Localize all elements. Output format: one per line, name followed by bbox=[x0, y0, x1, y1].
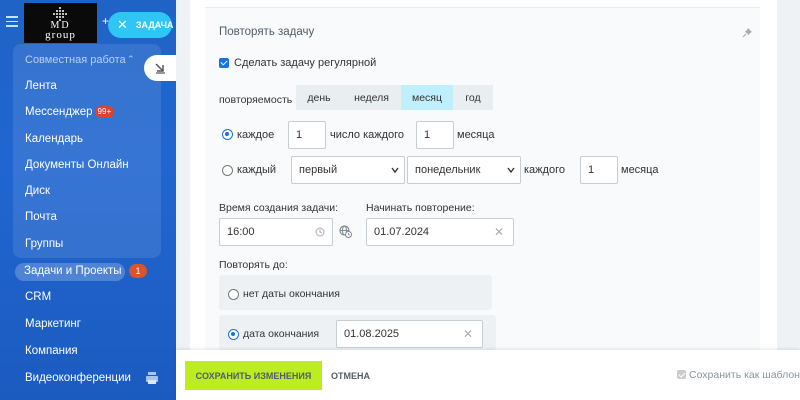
task-button-label: ЗАДАЧА bbox=[135, 20, 174, 30]
radio-every-weekday[interactable] bbox=[222, 165, 233, 176]
menu-icon[interactable] bbox=[6, 16, 18, 27]
sidebar-item-messenger[interactable]: Мессенджер 99+ bbox=[25, 106, 115, 118]
repeat-until-label: Повторять до: bbox=[219, 259, 288, 271]
save-as-template-label[interactable]: Сохранить как шаблон bbox=[689, 369, 800, 381]
every-day-label: каждое bbox=[237, 129, 275, 141]
sidebar-item-label: Компания bbox=[25, 345, 78, 357]
sidebar-item-label: Видеоконференции bbox=[25, 372, 131, 384]
create-time-input[interactable]: 16:00 bbox=[219, 218, 333, 246]
no-end-date-label: нет даты окончания bbox=[243, 288, 340, 300]
weekday-select-value: понедельник bbox=[415, 164, 481, 176]
make-regular-checkbox[interactable] bbox=[219, 58, 229, 68]
tasks-badge: 1 bbox=[129, 264, 147, 278]
clear-icon[interactable]: ✕ bbox=[463, 327, 473, 341]
sidebar-item-label: Группы bbox=[25, 238, 64, 250]
make-regular-label[interactable]: Сделать задачу регулярной bbox=[234, 57, 376, 69]
logo-text-group: group bbox=[45, 29, 76, 41]
months-label-1: месяца bbox=[457, 129, 495, 141]
sidebar-item-label: Документы Онлайн bbox=[25, 159, 129, 171]
sidebar-item-label: CRM bbox=[25, 291, 52, 303]
day-number-input[interactable]: 1 bbox=[288, 121, 326, 149]
task-panel-button[interactable]: ✕ ЗАДАЧА bbox=[108, 12, 174, 38]
sidebar-item-disk[interactable]: Диск bbox=[25, 185, 50, 197]
sidebar-item-crm[interactable]: CRM bbox=[25, 291, 51, 303]
end-date-input[interactable]: 01.08.2025 ✕ bbox=[336, 320, 483, 348]
frequency-option-day[interactable]: день bbox=[296, 85, 342, 110]
weekday-select[interactable]: понедельник bbox=[407, 156, 521, 184]
radio-end-date[interactable] bbox=[228, 329, 239, 340]
sidebar-group-box bbox=[13, 44, 161, 258]
create-time-value: 16:00 bbox=[227, 226, 255, 238]
ordinal-select-value: первый bbox=[299, 164, 338, 176]
chevron-down-icon bbox=[391, 167, 399, 174]
collapse-button[interactable] bbox=[144, 55, 176, 81]
month-interval-input-2[interactable]: 1 bbox=[580, 156, 618, 184]
sidebar-item-documents[interactable]: Документы Онлайн bbox=[25, 159, 129, 171]
radio-no-end-date[interactable] bbox=[228, 289, 239, 300]
save-as-template-checkbox[interactable] bbox=[677, 370, 686, 379]
company-logo[interactable]: MD group bbox=[24, 3, 97, 43]
frequency-label: повторяемость bbox=[219, 94, 293, 106]
sidebar-item-label: Маркетинг bbox=[25, 318, 81, 330]
start-date-value: 01.07.2024 bbox=[374, 226, 430, 238]
sidebar-item-company[interactable]: Компания bbox=[25, 345, 78, 357]
end-date-value: 01.08.2025 bbox=[344, 328, 400, 340]
printer-icon[interactable] bbox=[145, 371, 159, 385]
sidebar-item-label: Диск bbox=[25, 185, 50, 197]
sidebar-item-groups[interactable]: Группы bbox=[25, 238, 63, 250]
frequency-option-year[interactable]: год bbox=[453, 85, 493, 110]
save-changes-button[interactable]: СОХРАНИТЬ ИЗМЕНЕНИЯ bbox=[185, 361, 322, 390]
months-label-2: месяца bbox=[621, 164, 659, 176]
every-weekday-label: каждый bbox=[237, 164, 276, 176]
collapse-arrow-icon bbox=[155, 63, 165, 74]
end-date-label: дата окончания bbox=[243, 328, 320, 340]
messenger-badge: 99+ bbox=[94, 106, 115, 118]
ordinal-select[interactable]: первый bbox=[291, 156, 405, 184]
create-time-label: Время создания задачи: bbox=[219, 202, 339, 214]
sidebar-group-title[interactable]: Совместная работа bbox=[25, 54, 126, 66]
sidebar-item-marketing[interactable]: Маркетинг bbox=[25, 318, 81, 330]
repeat-title: Повторять задачу bbox=[219, 26, 315, 38]
start-repeat-label: Начинать повторение: bbox=[366, 202, 475, 214]
clear-icon[interactable]: ✕ bbox=[494, 225, 504, 239]
sidebar-item-label: Лента bbox=[25, 80, 57, 92]
chevron-down-icon bbox=[507, 167, 515, 174]
frequency-segmented-control: день неделя месяц год bbox=[296, 85, 493, 110]
close-icon[interactable]: ✕ bbox=[117, 17, 128, 33]
clock-icon[interactable] bbox=[315, 227, 325, 237]
of-each-label: каждого bbox=[524, 164, 565, 176]
sidebar-item-video[interactable]: Видеоконференции bbox=[25, 372, 131, 384]
start-date-input[interactable]: 01.07.2024 ✕ bbox=[366, 218, 514, 246]
month-interval-input-1[interactable]: 1 bbox=[416, 121, 454, 149]
frequency-option-month[interactable]: месяц bbox=[401, 85, 453, 110]
sidebar-item-label: Календарь bbox=[25, 133, 84, 145]
sidebar-item-label: Почта bbox=[25, 211, 57, 223]
sidebar-item-calendar[interactable]: Календарь bbox=[25, 133, 83, 145]
frequency-option-week[interactable]: неделя bbox=[342, 85, 401, 110]
sidebar-item-mail[interactable]: Почта bbox=[25, 211, 57, 223]
cancel-button[interactable]: ОТМЕНА bbox=[331, 371, 370, 381]
radio-every-day[interactable] bbox=[222, 129, 233, 140]
pin-icon[interactable] bbox=[742, 27, 753, 38]
chevron-up-icon[interactable]: ⌃ bbox=[127, 54, 135, 65]
sidebar-item-feed[interactable]: Лента bbox=[25, 80, 57, 92]
sidebar-item-label: Мессенджер bbox=[25, 106, 93, 118]
timezone-icon[interactable] bbox=[339, 225, 352, 238]
sidebar-item-tasks-label[interactable]: Задачи и Проекты bbox=[24, 265, 122, 277]
day-of-each-label: число каждого bbox=[330, 129, 405, 141]
